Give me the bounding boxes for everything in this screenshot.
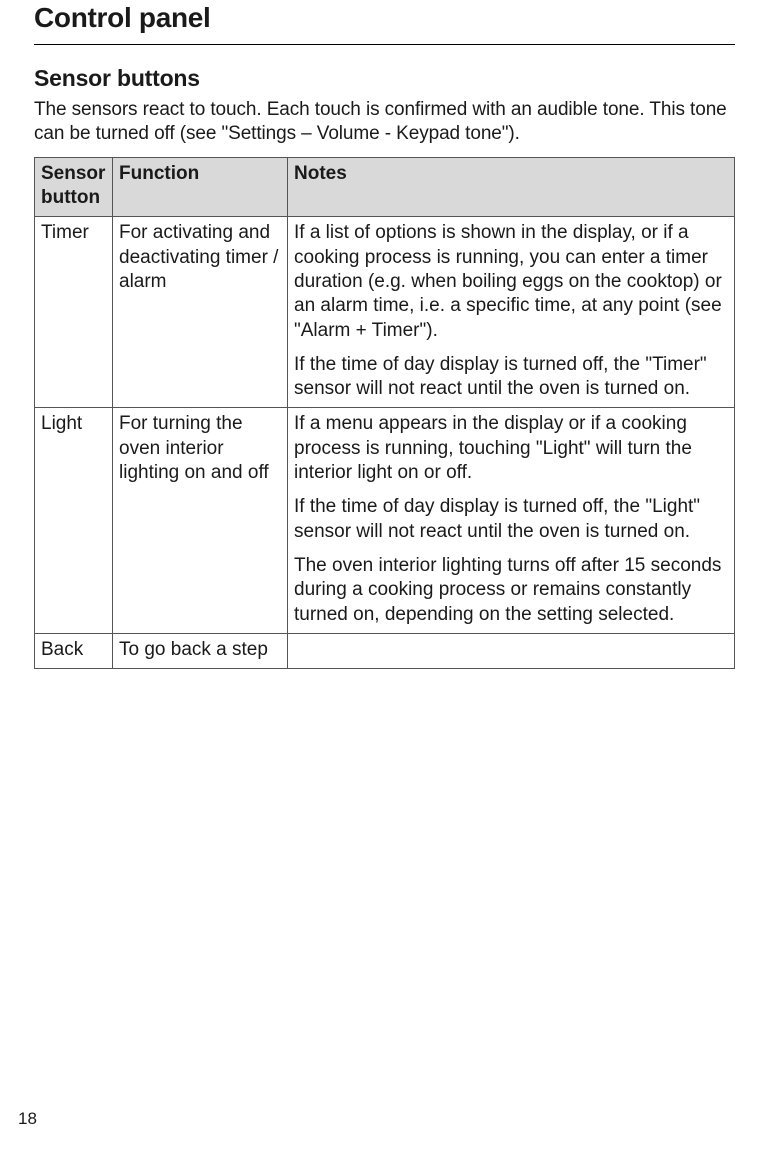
table-row: Light For turning the oven interior ligh… [35, 408, 735, 634]
intro-paragraph: The sensors react to touch. Each touch i… [34, 98, 735, 147]
cell-button: Light [35, 408, 113, 634]
table-header-function: Function [113, 157, 288, 217]
note-text: If a menu appears in the display or if a… [294, 412, 728, 485]
note-text: If the time of day display is turned off… [294, 495, 728, 544]
note-text: If a list of options is shown in the dis… [294, 221, 728, 343]
cell-function: To go back a step [113, 633, 288, 668]
page-number: 18 [18, 1109, 37, 1129]
cell-notes [288, 633, 735, 668]
page-title: Control panel [34, 0, 735, 45]
cell-button: Back [35, 633, 113, 668]
cell-notes: If a menu appears in the display or if a… [288, 408, 735, 634]
cell-function: For turning the oven interior lighting o… [113, 408, 288, 634]
note-text: The oven interior lighting turns off aft… [294, 554, 728, 627]
cell-button: Timer [35, 217, 113, 408]
table-row: Back To go back a step [35, 633, 735, 668]
note-text: If the time of day display is turned off… [294, 353, 728, 402]
sensor-buttons-table: Sensor button Function Notes Timer For a… [34, 157, 735, 670]
cell-notes: If a list of options is shown in the dis… [288, 217, 735, 408]
table-header-sensor-button: Sensor button [35, 157, 113, 217]
table-row: Timer For activating and deactivating ti… [35, 217, 735, 408]
table-header-notes: Notes [288, 157, 735, 217]
section-title: Sensor buttons [34, 65, 735, 92]
cell-function: For activating and deactivating timer / … [113, 217, 288, 408]
